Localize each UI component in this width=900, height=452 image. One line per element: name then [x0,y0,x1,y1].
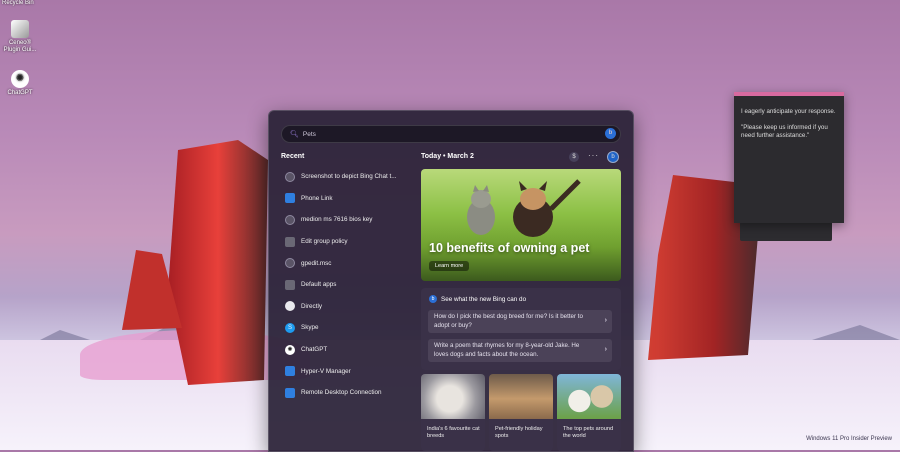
recent-heading: Recent [281,153,305,160]
more-options-icon[interactable]: ··· [588,152,598,162]
recent-item-label: gpedit.msc [301,259,332,267]
group-policy-icon [285,236,295,247]
search-bar[interactable]: 🔍︎ b [281,125,621,143]
card-caption: India's 6 favourite cat breeds [427,426,480,439]
news-card-top-pets[interactable]: The top pets around the world [557,374,621,451]
hero-card[interactable]: 10 benefits of owning a pet Learn more [421,169,621,281]
recent-item-phone-link[interactable]: Phone Link [281,188,416,210]
desktop-icon-chatgpt[interactable]: ✺ ChatGPT [0,70,40,97]
currency-icon[interactable]: $ [569,152,579,162]
desktop-icon-plugin[interactable]: Ceneo® Plugin Gui... [0,20,40,54]
phone-link-icon [285,193,295,204]
bing-prompt-poem[interactable]: Write a poem that rhymes for my 8-year-o… [428,339,612,362]
recent-item-gpedit[interactable]: gpedit.msc [281,252,416,274]
default-apps-icon [285,279,295,290]
card-caption: The top pets around the world [563,426,614,439]
search-icon: 🔍︎ [290,131,299,138]
chevron-right-icon: › [604,346,607,353]
bing-prompt-dog-breed[interactable]: How do I pick the best dog breed for me?… [428,310,612,333]
desktop-icon-label: ChatGPT [7,90,33,96]
bing-icon: b [429,295,437,303]
recent-item-directly[interactable]: Directly [281,296,416,318]
card-caption: Pet-friendly holiday spots [495,426,543,439]
bing-suggestions: b See what the new Bing can do How do I … [421,288,621,370]
search-icon [285,258,295,269]
recent-item-label: Directly [301,302,322,310]
hero-title: 10 benefits of owning a pet [429,241,590,255]
cat-photo [421,374,485,419]
recent-item-label: Default apps [301,281,337,289]
recent-list: Screenshot to depict Bing Chat t... Phon… [281,166,416,404]
recent-item-label: Screenshot to depict Bing Chat t... [301,173,397,181]
recent-item-hyperv[interactable]: Hyper-V Manager [281,360,416,382]
sticky-note[interactable]: I eagerly anticipate your response. "Ple… [734,92,844,223]
recent-item-bios-key[interactable]: medion ms 7616 bios key [281,209,416,231]
note-paragraph: "Please keep us informed if you need fur… [741,124,828,139]
desktop-icon-recycle-bin[interactable]: Recycle Bin [2,0,34,6]
bing-header-text: See what the new Bing can do [441,295,527,303]
recent-item-label: Skype [301,324,319,332]
recent-item-chatgpt[interactable]: ✺ ChatGPT [281,339,416,361]
plugin-app-icon [11,20,29,38]
chatgpt-icon: ✺ [285,344,295,355]
recent-item-screenshot[interactable]: Screenshot to depict Bing Chat t... [281,166,416,188]
skype-icon: S [285,322,295,333]
start-menu-panel: 🔍︎ b Recent Screenshot to depict Bing Ch… [268,110,634,452]
recent-item-label: medion ms 7616 bios key [301,216,373,224]
chatgpt-icon: ✺ [11,70,29,88]
search-input[interactable] [302,130,593,138]
prompt-text: Write a poem that rhymes for my 8-year-o… [434,342,580,358]
recent-item-default-apps[interactable]: Default apps [281,274,416,296]
learn-more-button[interactable]: Learn more [429,261,470,271]
today-heading: Today • March 2 [421,153,474,160]
bing-header: b See what the new Bing can do [429,295,526,303]
hyperv-icon [285,366,295,377]
note-paragraph: I eagerly anticipate your response. [741,108,836,115]
recent-item-remote-desktop[interactable]: Remote Desktop Connection [281,382,416,404]
recent-item-label: ChatGPT [301,346,328,354]
recent-item-skype[interactable]: S Skype [281,317,416,339]
news-card-cat-breeds[interactable]: India's 6 favourite cat breeds [421,374,485,451]
news-card-holiday-spots[interactable]: Pet-friendly holiday spots [489,374,553,451]
search-icon [285,214,295,225]
remote-desktop-icon [285,387,295,398]
today-toolbar: $ ··· b [569,151,619,163]
rock-left-small [122,250,182,330]
recent-item-label: Remote Desktop Connection [301,389,382,397]
recent-item-label: Phone Link [301,194,333,202]
file-icon [285,171,295,182]
recent-item-label: Hyper-V Manager [301,367,351,375]
dog-photo [489,374,553,419]
sticky-note-text[interactable]: I eagerly anticipate your response. "Ple… [741,108,839,148]
desktop-icon-label: Ceneo® Plugin Gui... [3,40,37,53]
desktop-icon-label: Recycle Bin [2,0,34,6]
bing-icon[interactable]: b [605,128,616,139]
recent-item-label: Edit group policy [301,238,348,246]
chevron-right-icon: › [604,317,607,324]
os-watermark: Windows 11 Pro Insider Preview [806,436,892,442]
alpaca-photo [557,374,621,419]
app-icon [285,301,295,312]
recent-item-group-policy[interactable]: Edit group policy [281,231,416,253]
prompt-text: How do I pick the best dog breed for me?… [434,313,583,329]
bing-chat-icon[interactable]: b [607,151,619,163]
